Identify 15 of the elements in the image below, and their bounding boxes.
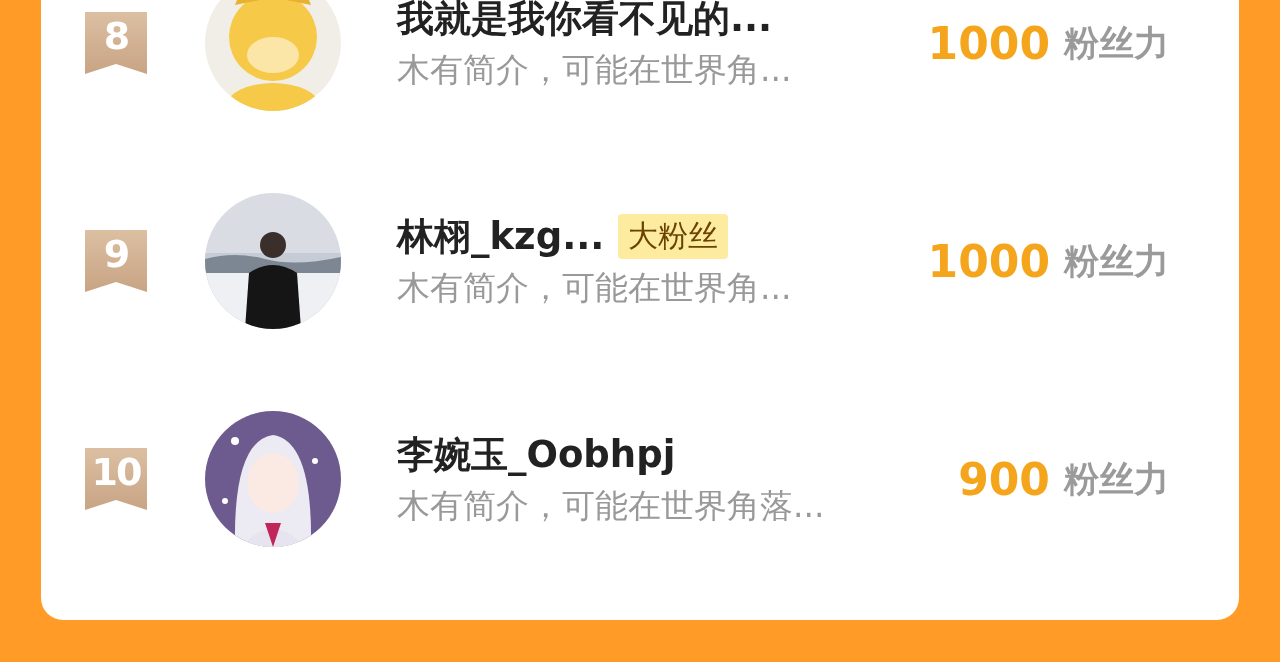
user-intro: 木有简介，可能在世界角落... [397,484,826,527]
fan-score: 1000 [927,235,1050,287]
fan-tag: 大粉丝 [618,214,729,259]
fan-score: 1000 [927,17,1050,69]
user-name[interactable]: 林栩_kzg... [397,211,605,262]
user-intro: 木有简介，可能在世界角... [397,266,793,309]
score-unit: 粉丝力 [1064,457,1169,501]
rank-ribbon: 9 [85,230,147,292]
fan-score: 900 [958,453,1050,505]
rank-ribbon: 10 [85,448,147,510]
score-unit: 粉丝力 [1064,21,1169,65]
score-unit: 粉丝力 [1064,239,1169,283]
rank-ribbon: 8 [85,12,147,74]
user-name[interactable]: 李婉玉_Oobhpj [397,429,676,480]
user-intro: 木有简介，可能在世界角... [397,48,793,91]
